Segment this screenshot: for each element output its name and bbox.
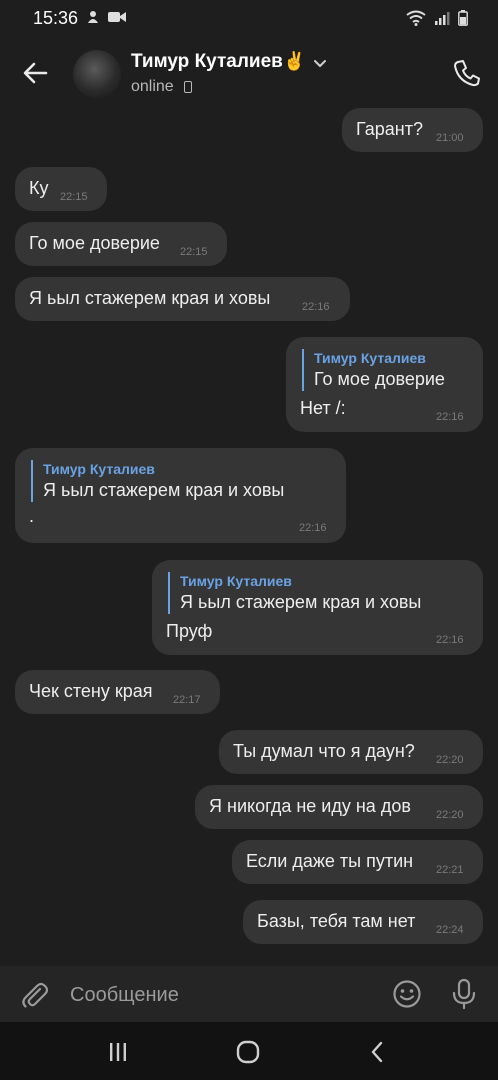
message-text: Я никогда не иду на дов	[209, 796, 411, 816]
microphone-icon[interactable]	[450, 978, 478, 1010]
message-bubble-outgoing-reply[interactable]: Тимур Куталиев Я ьыл стажерем края и хов…	[152, 560, 483, 655]
emoji-icon[interactable]	[392, 979, 422, 1009]
message-bubble-incoming[interactable]: Я ьыл стажерем края и ховы 22:16	[15, 277, 350, 321]
video-camera-icon	[108, 12, 126, 22]
message-time: 22:16	[436, 634, 464, 646]
message-bubble-incoming[interactable]: Го мое доверие 22:15	[15, 222, 227, 266]
message-text: Го мое доверие	[29, 233, 160, 253]
reply-author: Тимур Куталиев	[43, 461, 155, 477]
message-bubble-outgoing[interactable]: Если даже ты путин 22:21	[232, 840, 483, 884]
message-time: 22:24	[436, 924, 464, 936]
message-time: 22:20	[436, 754, 464, 766]
message-time: 21:00	[436, 132, 464, 144]
message-bubble-incoming[interactable]: Ку 22:15	[15, 167, 107, 211]
contact-status: online	[131, 78, 174, 95]
message-text: Ку	[29, 178, 49, 198]
reply-quote[interactable]: Тимур Куталиев Го мое доверие	[302, 349, 445, 391]
reply-text: Я ьыл стажерем края и ховы	[43, 480, 285, 500]
message-text: .	[29, 506, 35, 526]
message-list[interactable]: Гарант? 21:00 Ку 22:15 Го мое доверие 22…	[0, 108, 498, 966]
battery-icon	[458, 10, 468, 26]
status-bar: 15:36	[0, 0, 498, 38]
message-time: 22:16	[299, 522, 327, 534]
contact-name[interactable]: Тимур Куталиев	[131, 51, 283, 73]
system-navigation-bar	[0, 1022, 498, 1080]
message-time: 22:15	[60, 191, 88, 203]
mobile-device-icon	[184, 81, 192, 93]
message-text: Нет /:	[300, 398, 346, 418]
message-input[interactable]: Сообщение	[70, 984, 179, 1007]
message-bubble-outgoing[interactable]: Гарант? 21:00	[342, 108, 483, 152]
status-time: 15:36	[33, 8, 79, 28]
message-composer: Сообщение	[0, 966, 498, 1022]
message-text: Базы, тебя там нет	[257, 911, 416, 931]
reply-text: Я ьыл стажерем края и ховы	[180, 592, 422, 612]
status-notification-icons	[86, 10, 126, 24]
message-bubble-incoming[interactable]: Чек стену края 22:17	[15, 670, 220, 714]
message-text: Пруф	[166, 621, 213, 641]
reply-author: Тимур Куталиев	[180, 573, 292, 589]
message-text: Я ьыл стажерем края и ховы	[29, 288, 271, 308]
chat-header: Тимур Куталиев ✌ online	[0, 38, 498, 108]
message-time: 22:20	[436, 809, 464, 821]
message-bubble-outgoing[interactable]: Я никогда не иду на дов 22:20	[195, 785, 483, 829]
message-text: Гарант?	[356, 119, 423, 139]
message-text: Если даже ты путин	[246, 851, 414, 871]
wifi-icon	[406, 10, 426, 26]
reply-text: Го мое доверие	[314, 369, 445, 389]
recents-icon[interactable]	[104, 1038, 132, 1066]
nav-back-icon[interactable]	[364, 1038, 392, 1066]
paperclip-icon[interactable]	[20, 980, 50, 1010]
message-bubble-outgoing[interactable]: Ты думал что я даун? 22:20	[219, 730, 483, 774]
reply-author: Тимур Куталиев	[314, 350, 426, 366]
message-text: Ты думал что я даун?	[233, 741, 415, 761]
victory-hand-emoji: ✌	[283, 51, 306, 71]
message-text: Чек стену края	[29, 681, 153, 701]
message-bubble-outgoing-reply[interactable]: Тимур Куталиев Го мое доверие Нет /: 22:…	[286, 337, 483, 432]
signal-icon	[435, 12, 450, 25]
reply-quote[interactable]: Тимур Куталиев Я ьыл стажерем края и хов…	[31, 460, 284, 502]
chevron-down-icon[interactable]	[312, 56, 328, 72]
notification-app-icon	[88, 11, 98, 23]
home-icon[interactable]	[234, 1038, 262, 1066]
message-bubble-outgoing[interactable]: Базы, тебя там нет 22:24	[243, 900, 483, 944]
message-time: 22:16	[436, 411, 464, 423]
message-bubble-incoming-reply[interactable]: Тимур Куталиев Я ьыл стажерем края и хов…	[15, 448, 346, 543]
message-time: 22:17	[173, 694, 201, 706]
back-arrow-icon[interactable]	[20, 58, 50, 88]
phone-icon[interactable]	[452, 58, 482, 88]
status-system-icons	[406, 10, 468, 26]
avatar[interactable]	[73, 50, 121, 98]
message-time: 22:21	[436, 864, 464, 876]
message-time: 22:16	[302, 301, 330, 313]
reply-quote[interactable]: Тимур Куталиев Я ьыл стажерем края и хов…	[168, 572, 421, 614]
message-time: 22:15	[180, 246, 208, 258]
